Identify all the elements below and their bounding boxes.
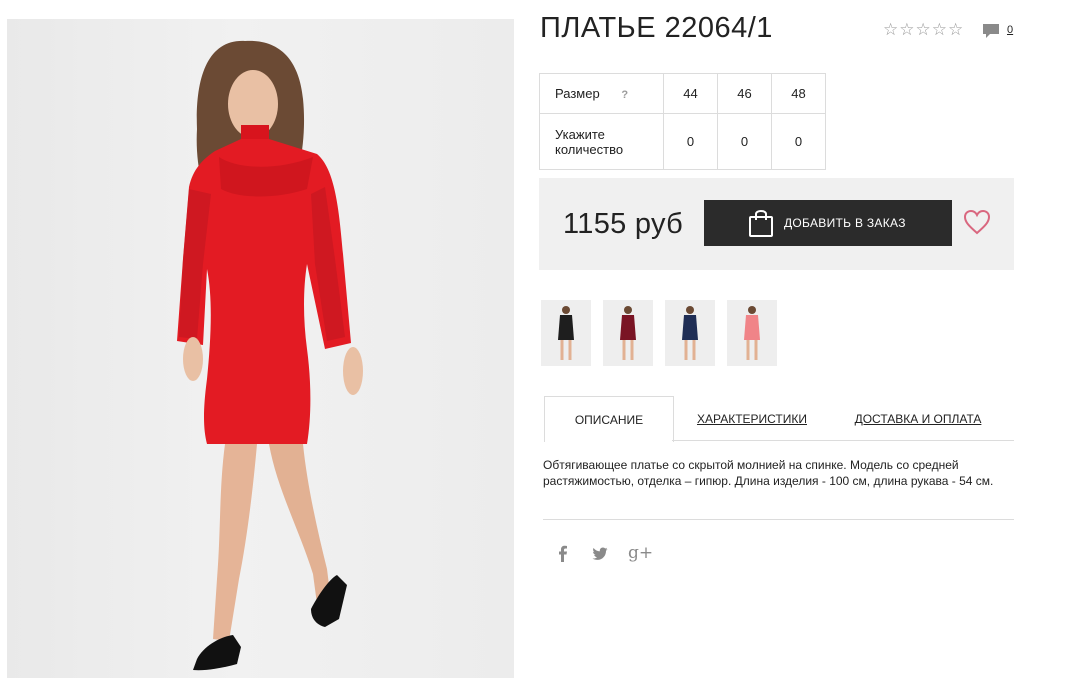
size-option: 48 [771,73,826,114]
section-divider [543,519,1014,520]
model-in-red-dress-illustration [177,40,363,671]
quantity-input[interactable]: 0 [771,113,826,170]
size-option: 46 [717,73,772,114]
quantity-label-cell: Укажите количество [539,113,664,170]
color-thumbnail-navy[interactable] [665,300,715,366]
star-icon[interactable]: ☆ [948,20,963,40]
color-thumbnail-black[interactable] [541,300,591,366]
tab-description[interactable]: ОПИСАНИЕ [544,396,674,442]
size-quantity-table: Размер ? 44 46 48 Укажите количество 0 0… [539,73,826,170]
tab-characteristics[interactable]: ХАРАКТЕРИСТИКИ [690,396,814,441]
star-icon[interactable]: ☆ [883,20,898,40]
comments-count-link[interactable]: 0 [1007,24,1013,36]
product-description: Обтягивающее платье со скрытой молнией н… [543,458,994,488]
rating-stars[interactable]: ☆ ☆ ☆ ☆ ☆ [883,20,963,40]
google-plus-icon[interactable]: g+ [628,543,653,563]
size-label-cell: Размер ? [539,73,664,114]
shopping-bag-icon [748,208,774,238]
heart-outline-icon[interactable] [963,209,991,235]
add-to-order-label: ДОБАВИТЬ В ЗАКАЗ [784,216,906,230]
twitter-icon[interactable] [592,547,608,561]
tab-delivery-payment[interactable]: ДОСТАВКА И ОПЛАТА [848,396,988,441]
add-to-order-button[interactable]: ДОБАВИТЬ В ЗАКАЗ [704,200,952,246]
product-title: ПЛАТЬЕ 22064/1 [540,12,773,44]
quantity-label-line1: Укажите [555,126,605,142]
facebook-icon[interactable] [556,545,570,563]
comment-bubble-icon[interactable] [982,23,1000,39]
size-help-icon[interactable]: ? [621,89,628,101]
product-main-photo [7,19,514,678]
price-panel: 1155 руб ДОБАВИТЬ В ЗАКАЗ [539,178,1014,270]
color-thumbnail-pink[interactable] [727,300,777,366]
price-value: 1155 руб [563,208,684,240]
star-icon[interactable]: ☆ [916,20,931,40]
size-label: Размер [555,86,600,101]
quantity-input[interactable]: 0 [663,113,718,170]
tabs-divider [672,440,1014,441]
quantity-label-line2: количество [555,141,624,157]
size-option: 44 [663,73,718,114]
color-thumbnail-burgundy[interactable] [603,300,653,366]
star-icon[interactable]: ☆ [899,20,914,40]
quantity-input[interactable]: 0 [717,113,772,170]
star-icon[interactable]: ☆ [932,20,947,40]
